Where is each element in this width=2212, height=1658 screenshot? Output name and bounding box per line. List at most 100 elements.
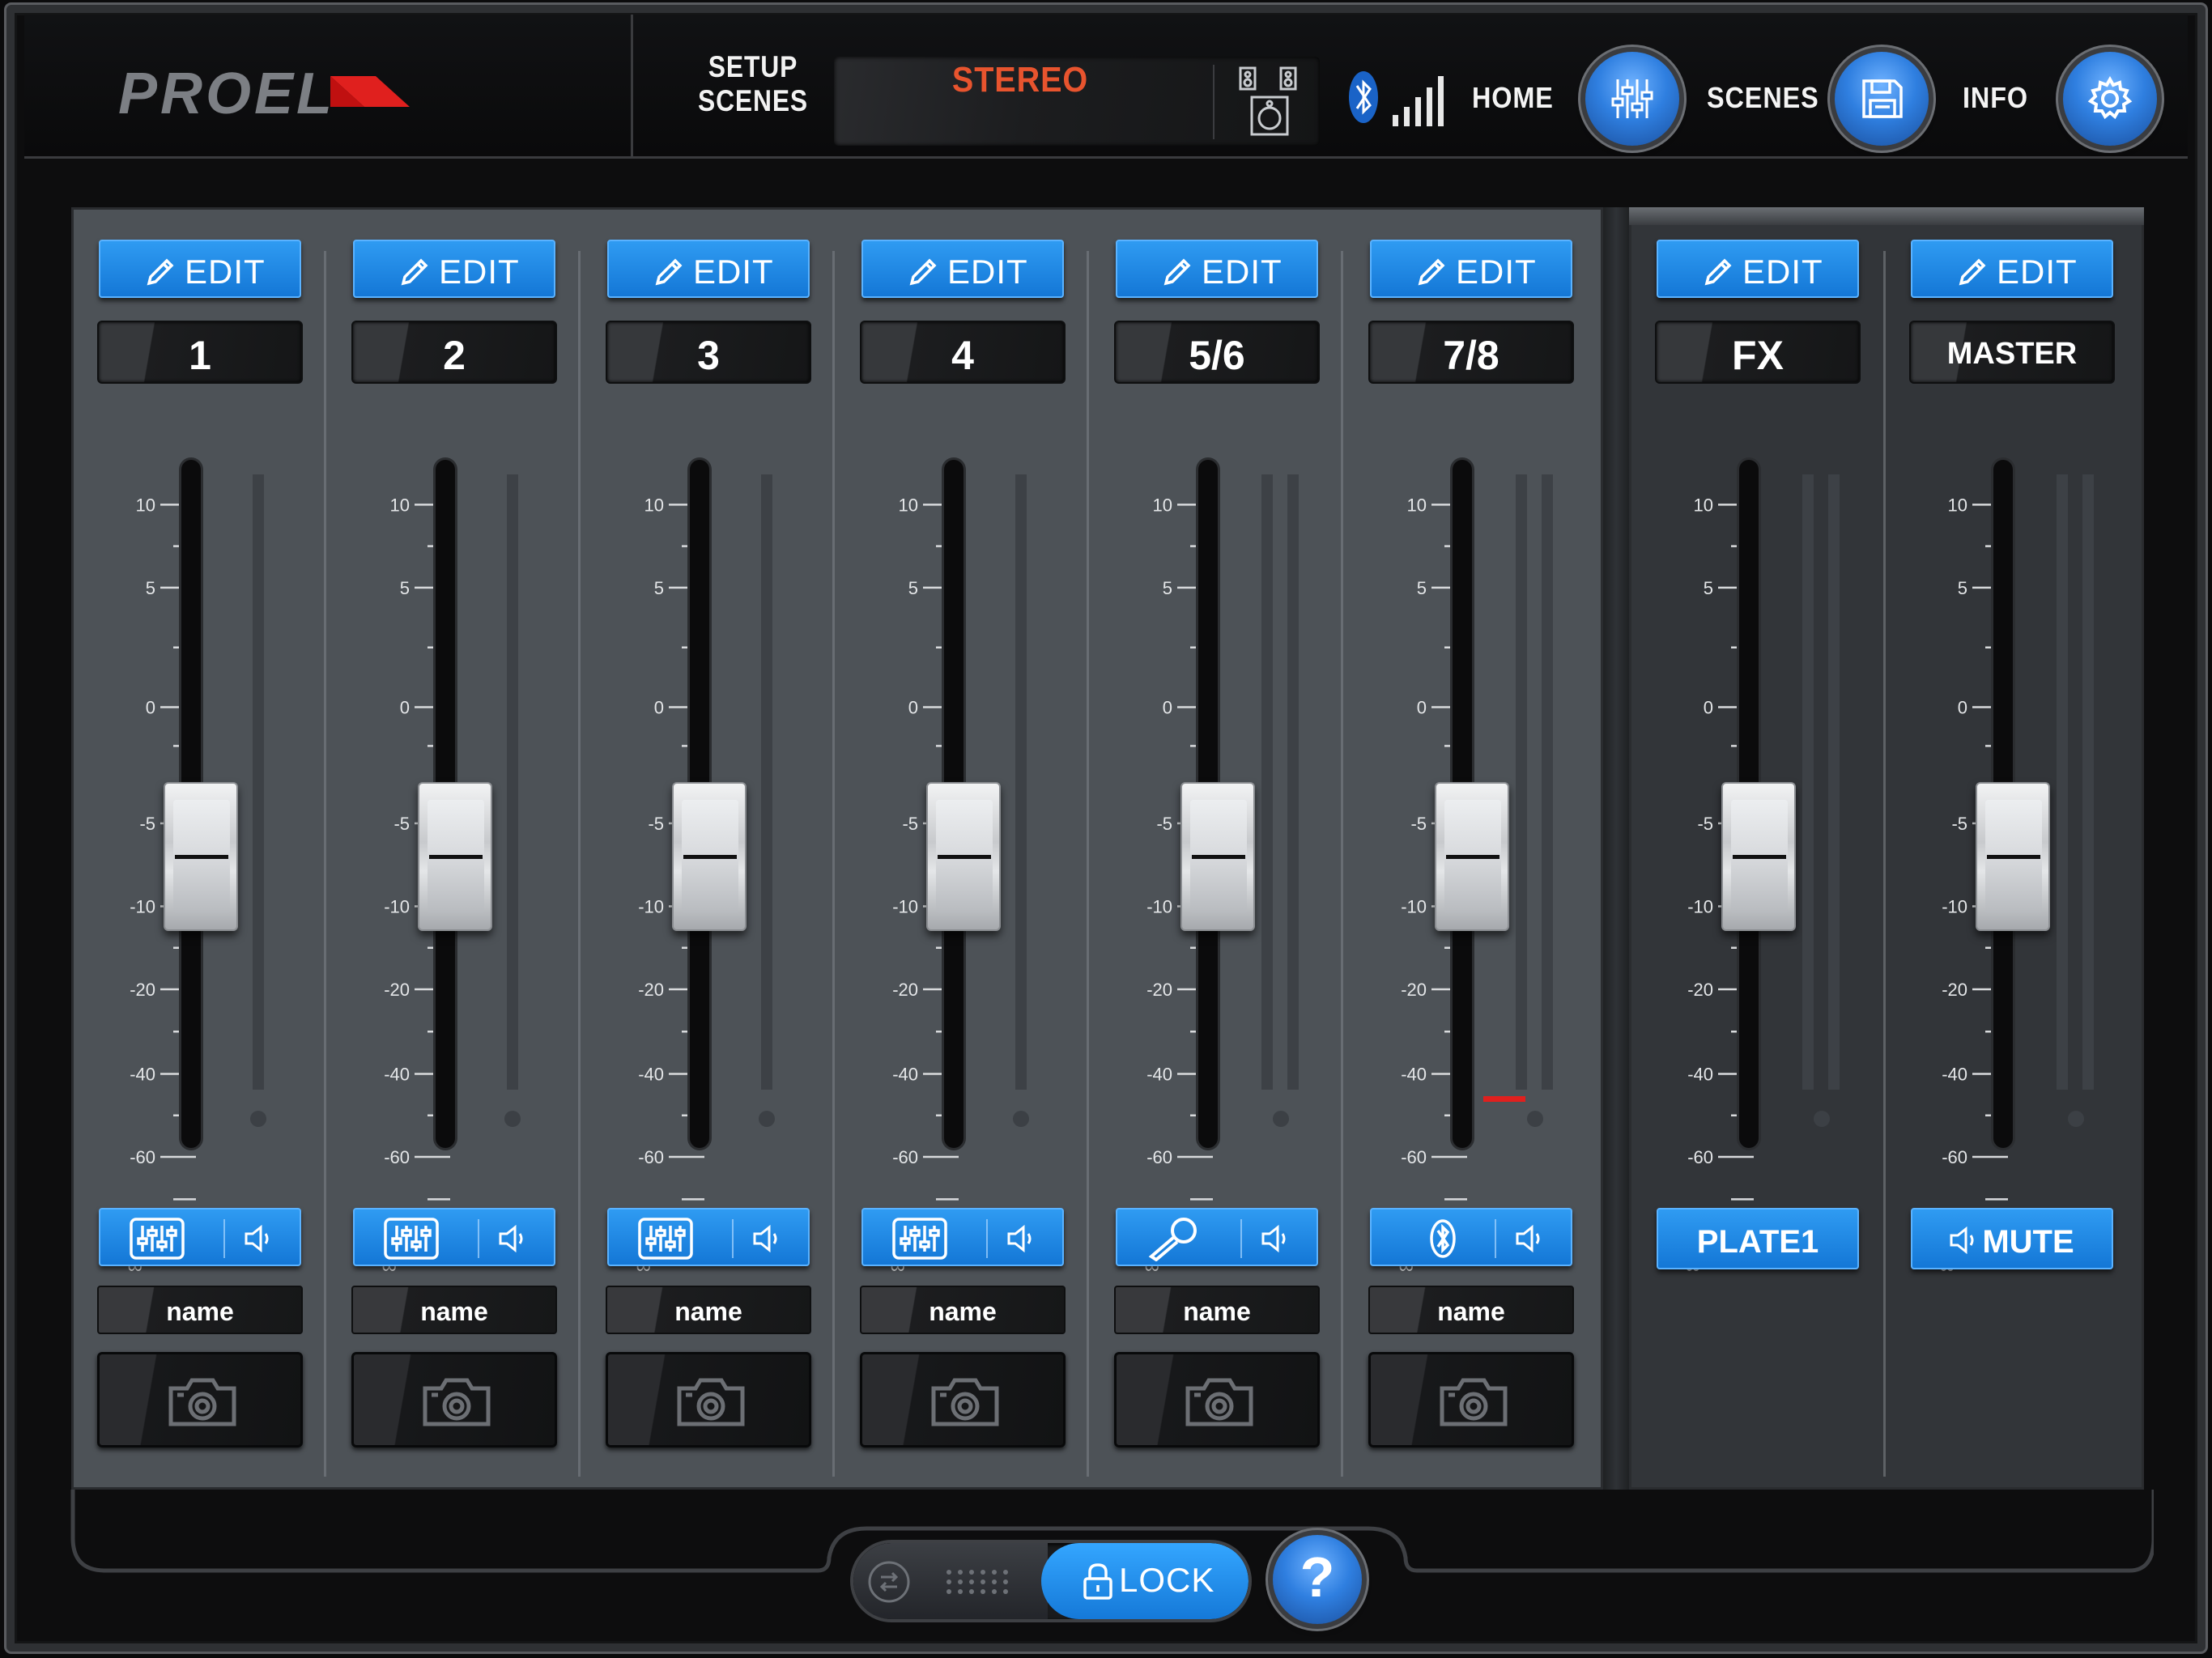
edit-button[interactable]: EDIT [861, 240, 1064, 298]
svg-text:-60: -60 [1942, 1147, 1967, 1167]
channel-photo-button[interactable] [860, 1352, 1066, 1448]
edit-label: EDIT [1742, 253, 1823, 291]
channel-number[interactable]: 7/8 [1368, 321, 1574, 384]
channel-number[interactable]: 3 [606, 321, 811, 384]
mute-button[interactable]: MUTE [1911, 1208, 2113, 1269]
camera-icon [168, 1378, 236, 1426]
channel-photo-button[interactable] [606, 1352, 811, 1448]
svg-text:0: 0 [654, 698, 664, 718]
edit-button[interactable]: EDIT [353, 240, 555, 298]
channel-name-field[interactable]: name [860, 1286, 1066, 1334]
scenes-button[interactable] [1835, 52, 1929, 146]
panel-divider [1603, 207, 1629, 1490]
fader-knob[interactable] [1180, 782, 1255, 931]
grip-icon [946, 1570, 1008, 1594]
svg-text:-40: -40 [892, 1065, 918, 1085]
fader-knob[interactable] [1435, 782, 1509, 931]
bus-strip: EDITMASTER1050-5-10-20-40-60-80∞MUTE [1885, 207, 2139, 1490]
speaker-icon [1007, 1224, 1032, 1253]
edit-label: EDIT [1202, 253, 1283, 291]
edit-button[interactable]: EDIT [607, 240, 810, 298]
home-button[interactable] [1585, 52, 1679, 146]
clip-indicator [2068, 1111, 2084, 1127]
fader-knob[interactable] [164, 782, 238, 931]
bluetooth-signal-icon [1349, 71, 1444, 126]
svg-text:-5: -5 [1410, 814, 1427, 834]
speaker-icon [753, 1224, 777, 1253]
fx-preset-button[interactable]: PLATE1 [1657, 1208, 1859, 1269]
channel-mode-button[interactable] [1370, 1208, 1572, 1266]
pencil-icon [401, 258, 428, 286]
edit-button[interactable]: EDIT [99, 240, 301, 298]
svg-text:0: 0 [1704, 698, 1713, 718]
level-meter [2057, 474, 2068, 1090]
fader-knob[interactable] [1721, 782, 1796, 931]
pencil-icon [1163, 258, 1191, 286]
channel-name-field[interactable]: name [97, 1286, 303, 1334]
camera-icon [931, 1378, 999, 1426]
edit-label: EDIT [439, 253, 520, 291]
svg-text:10: 10 [1694, 495, 1713, 515]
speaker-icon [499, 1224, 523, 1253]
preset-divider [1213, 65, 1214, 139]
preset-name: STEREO [951, 60, 1089, 100]
channel-mode-button[interactable] [607, 1208, 810, 1266]
channel-strip: EDIT41050-5-10-20-40-60-80∞name [836, 207, 1090, 1490]
fader-knob[interactable] [418, 782, 492, 931]
preset-display[interactable]: STEREO [834, 57, 1320, 146]
channel-name: name [166, 1297, 234, 1326]
padlock-icon [1083, 1563, 1112, 1600]
channel-name-field[interactable]: name [351, 1286, 557, 1334]
channel-name: name [929, 1297, 997, 1326]
channel-photo-button[interactable] [97, 1352, 303, 1448]
channel-photo-button[interactable] [351, 1352, 557, 1448]
channel-separator [324, 251, 326, 1477]
fader-knob[interactable] [1976, 782, 2050, 931]
channel-number[interactable]: 5/6 [1114, 321, 1320, 384]
edit-label: EDIT [693, 253, 774, 291]
fader-knob[interactable] [926, 782, 1001, 931]
svg-text:10: 10 [1407, 495, 1427, 515]
channel-number[interactable]: 4 [860, 321, 1066, 384]
channel-strip: EDIT31050-5-10-20-40-60-80∞name [581, 207, 836, 1490]
help-button[interactable]: ? [1273, 1535, 1362, 1624]
edit-button[interactable]: EDIT [1911, 240, 2113, 298]
lock-toggle[interactable]: LOCK [853, 1543, 1249, 1619]
channel-separator [1087, 251, 1089, 1477]
channel-mode-button[interactable] [99, 1208, 301, 1266]
channel-name-field[interactable]: name [1368, 1286, 1574, 1334]
svg-text:-10: -10 [384, 897, 410, 917]
setup-label: SETUP [708, 50, 798, 83]
channel-number[interactable]: FX [1655, 321, 1861, 384]
info-button[interactable] [2063, 52, 2157, 146]
edit-button[interactable]: EDIT [1116, 240, 1318, 298]
channel-name-field[interactable]: name [606, 1286, 811, 1334]
fader-knob[interactable] [672, 782, 747, 931]
edit-button[interactable]: EDIT [1370, 240, 1572, 298]
pencil-icon [1418, 258, 1445, 286]
channel-mode-button[interactable] [861, 1208, 1064, 1266]
lock-toggle-on-side: LOCK [1041, 1543, 1249, 1619]
setup-scenes-button[interactable]: SETUP SCENES [676, 50, 829, 118]
channel-strip: EDIT7/81050-5-10-20-40-60-80∞name [1344, 207, 1598, 1490]
edit-button[interactable]: EDIT [1657, 240, 1859, 298]
channel-photo-button[interactable] [1368, 1352, 1574, 1448]
mixer-sliders-icon [130, 1218, 185, 1260]
channel-number-label: 1 [189, 333, 211, 378]
svg-text:-20: -20 [384, 980, 410, 1000]
scenes-label: SCENES [697, 84, 809, 117]
channel-number[interactable]: 2 [351, 321, 557, 384]
channel-number[interactable]: 1 [97, 321, 303, 384]
channel-photo-button[interactable] [1114, 1352, 1320, 1448]
mixer-sliders-icon [384, 1218, 439, 1260]
svg-text:5: 5 [1163, 578, 1172, 598]
clip-indicator [250, 1111, 266, 1127]
svg-text:10: 10 [899, 495, 918, 515]
channel-number[interactable]: MASTER [1909, 321, 2115, 384]
channel-name: name [1437, 1297, 1505, 1326]
channel-mode-button[interactable] [1116, 1208, 1318, 1266]
channel-name-field[interactable]: name [1114, 1286, 1320, 1334]
svg-text:-5: -5 [139, 814, 155, 834]
channel-mode-button[interactable] [353, 1208, 555, 1266]
level-meter [1261, 474, 1273, 1090]
